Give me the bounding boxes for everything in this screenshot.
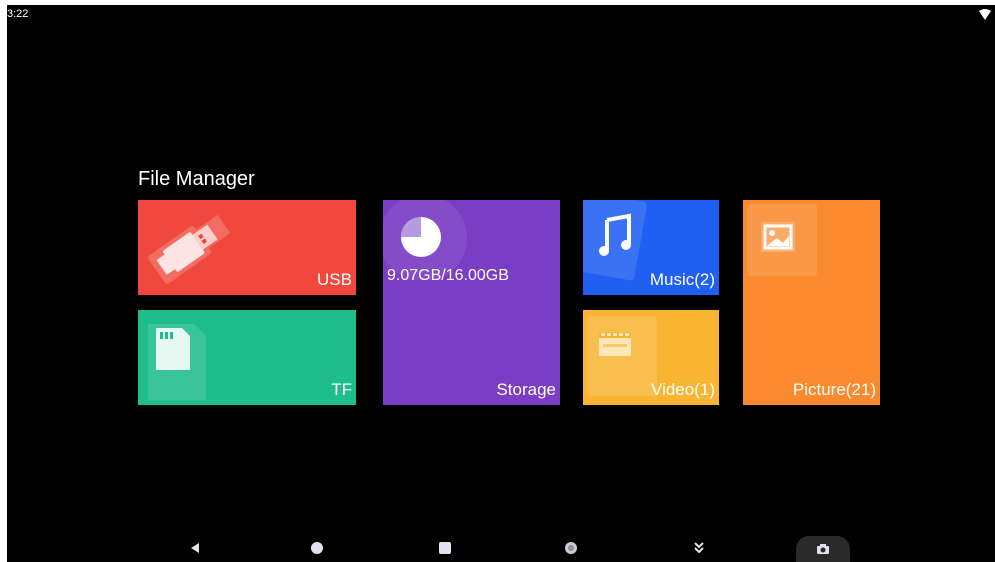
home-icon [311,542,323,554]
usb-label: USB [317,270,352,289]
recents-icon [439,542,451,554]
video-tile[interactable]: Video(1) [583,310,719,405]
status-time: 3:22 [7,8,29,20]
recents-button[interactable] [434,538,456,558]
music-label: Music(2) [649,270,715,289]
video-label: Video(1) [651,380,715,399]
music-tile[interactable]: Music(2) [583,200,719,295]
back-button[interactable] [184,538,206,558]
usb-tile[interactable]: USB [138,200,356,295]
storage-usage: 9.07GB/16.00GB [387,267,509,284]
picture-tile[interactable]: Picture(21) [743,200,880,405]
picture-icon [747,204,817,276]
screenshot-icon [817,544,829,554]
navigation-bar [7,534,995,562]
screenshot-button[interactable] [796,536,850,562]
volume-icon [565,542,577,554]
page-title: File Manager [138,168,255,190]
device-screen: 3:22 File Manager USB TF 9.07GB/16.00GB … [7,5,995,562]
home-button[interactable] [306,538,328,558]
tf-tile[interactable]: TF [138,310,356,405]
volume-button[interactable] [560,538,582,558]
status-bar: 3:22 [7,5,995,27]
sd-card-icon [148,324,206,400]
wifi-icon [979,9,991,20]
usb-drive-icon [148,214,231,284]
tf-label: TF [331,380,352,399]
hide-bar-button[interactable] [688,538,710,558]
hide-bar-icon [694,542,704,554]
picture-label: Picture(21) [792,380,876,399]
back-icon [191,543,199,553]
storage-label: Storage [496,380,556,399]
storage-tile[interactable]: 9.07GB/16.00GB Storage [383,200,560,405]
